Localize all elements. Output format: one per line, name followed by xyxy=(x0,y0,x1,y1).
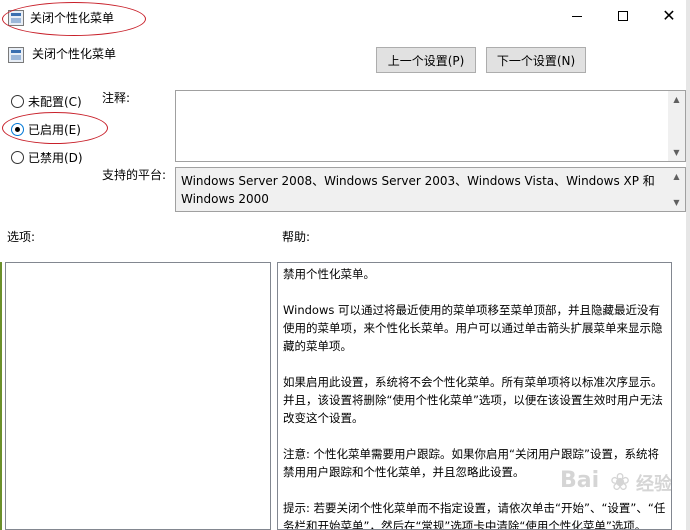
comment-scrollbar[interactable]: ▲ ▼ xyxy=(668,91,685,161)
radio-label: 未配置(C) xyxy=(28,94,82,109)
close-button[interactable]: ✕ xyxy=(646,0,690,32)
window-edge xyxy=(0,262,2,530)
radio-button[interactable] xyxy=(11,150,24,164)
annotation-ellipse xyxy=(2,2,146,36)
close-icon: ✕ xyxy=(662,6,676,25)
options-panel[interactable] xyxy=(5,262,271,530)
help-paragraph: Windows 可以通过将最近使用的菜单项移至菜单顶部，并且隐藏最近没有使用的菜… xyxy=(283,303,663,353)
comment-label: 注释: xyxy=(102,91,131,105)
annotation-ellipse xyxy=(2,112,108,144)
maximize-icon xyxy=(618,11,628,21)
policy-icon xyxy=(8,47,24,63)
maximize-button[interactable] xyxy=(600,0,646,32)
scroll-up-icon[interactable]: ▲ xyxy=(668,168,685,185)
next-setting-button[interactable]: 下一个设置(N) xyxy=(486,47,586,73)
options-label: 选项: xyxy=(7,230,36,244)
radio-label: 已禁用(D) xyxy=(28,150,83,165)
platform-label: 支持的平台: xyxy=(102,168,167,182)
minimize-button[interactable] xyxy=(554,0,600,32)
minimize-icon xyxy=(572,15,582,17)
previous-setting-button[interactable]: 上一个设置(P) xyxy=(376,47,476,73)
watermark-text: 经验 xyxy=(636,474,672,495)
watermark: Bai ❀ 经验 xyxy=(560,468,680,518)
platform-field: Windows Server 2008、Windows Server 2003、… xyxy=(175,167,686,212)
scroll-down-icon[interactable]: ▼ xyxy=(668,144,685,161)
window-edge xyxy=(686,0,690,530)
title-bar[interactable]: 关闭个性化菜单 ✕ xyxy=(0,0,690,36)
setting-title: 关闭个性化菜单 xyxy=(32,47,117,61)
comment-textarea[interactable]: ▲ ▼ xyxy=(175,90,686,162)
scroll-up-icon[interactable]: ▲ xyxy=(668,91,685,108)
platform-scrollbar[interactable]: ▲ ▼ xyxy=(668,168,685,211)
help-paragraph: 如果启用此设置，系统将不会个性化菜单。所有菜单项将以标准次序显示。并且，该设置将… xyxy=(283,375,663,425)
radio-button[interactable] xyxy=(11,94,24,108)
paw-icon: ❀ xyxy=(610,468,631,496)
platform-value: Windows Server 2008、Windows Server 2003、… xyxy=(181,174,655,206)
radio-disabled[interactable]: 已禁用(D) xyxy=(11,148,83,166)
watermark-text: Bai xyxy=(560,468,600,493)
help-paragraph: 禁用个性化菜单。 xyxy=(283,267,375,281)
radio-not-configured[interactable]: 未配置(C) xyxy=(11,92,82,110)
help-label: 帮助: xyxy=(282,230,311,244)
scroll-down-icon[interactable]: ▼ xyxy=(668,194,685,211)
